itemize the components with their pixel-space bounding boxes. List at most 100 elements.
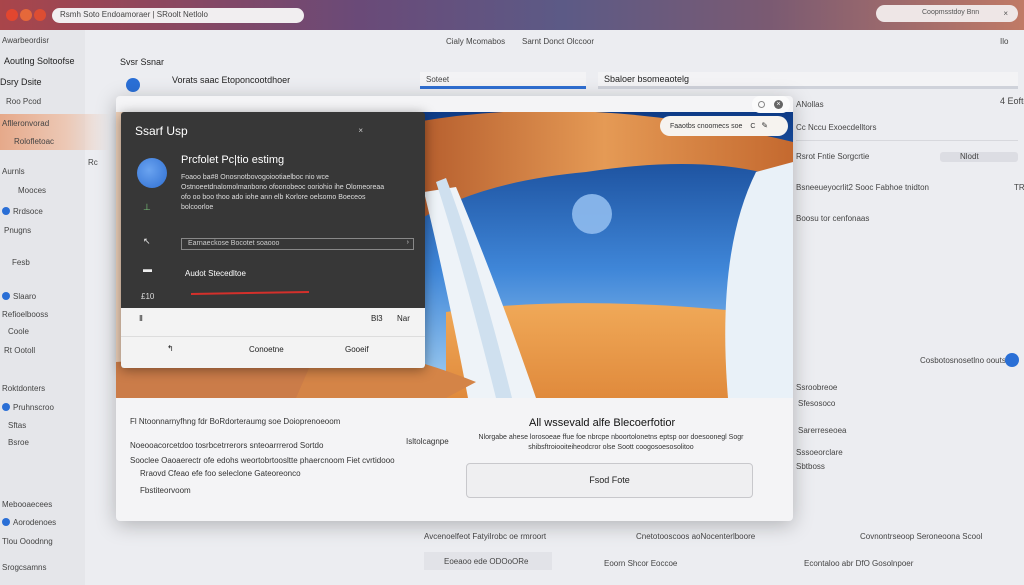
dialog-heading: Prcfolet Pc|tio estimg — [181, 154, 285, 166]
close-window-button[interactable] — [6, 9, 18, 21]
secondary-tab-label: Coopmsstdoy Bnn — [922, 9, 980, 16]
right-row: Bsneeueyocrlit2 Sooc Fabhoe tnidton — [796, 183, 929, 192]
divider — [121, 336, 425, 337]
sidebar-item-label: Rrdsoce — [13, 207, 43, 216]
plus-icon[interactable]: ⊥ — [143, 202, 151, 213]
sub-left-label: Rc — [88, 158, 98, 167]
modal-text-line: Fl Ntoonnarnyfhng fdr BoRdorteraumg soe … — [130, 417, 341, 426]
section-title: Svsr Ssnar — [120, 57, 165, 67]
sidebar-item[interactable]: Sftas — [8, 421, 26, 430]
tab-field[interactable]: Soteet — [420, 72, 586, 89]
edit-icon[interactable]: ✎ — [761, 121, 768, 130]
footer-value: Bl3 — [371, 314, 383, 323]
sidebar-item[interactable]: Srogcsamns — [2, 563, 46, 572]
bottom-center-label-2: Eoorn Shcor Eoccoe — [604, 559, 678, 568]
bottom-row-right-2: Econtaloo abr DfO Gosolnpoer — [804, 559, 914, 568]
bottom-row-left: Avcenoelfeot Fatyilrobc oe rmroort — [424, 532, 547, 541]
sidebar-item-with-bullet[interactable]: Rrdsoce — [2, 207, 43, 216]
bullet-icon — [2, 403, 10, 411]
maximize-window-button[interactable] — [34, 9, 46, 21]
right-list-item: Sarerreseoea — [798, 426, 847, 435]
right-row: ANollas — [796, 100, 824, 109]
sidebar-item[interactable]: Aoutlng Soltoofse — [4, 56, 75, 66]
sidebar-item[interactable]: Refioelbooss — [2, 310, 48, 319]
dialog-description: Foaoo ba#8 Onosnotbovogoiootiaelboc nio … — [181, 174, 385, 211]
bullet-icon — [2, 518, 10, 526]
sidebar-item-with-bullet[interactable]: Aorodenoes — [2, 518, 56, 527]
right-list-item: Ssroobreoe — [796, 383, 838, 392]
right-chip[interactable]: Nlodt — [940, 152, 1018, 162]
sidebar-item[interactable]: Mooces — [18, 186, 46, 195]
footer-value-2: Nar — [397, 314, 410, 323]
sidebar-item[interactable]: Roo Pcod — [6, 97, 41, 106]
minimize-window-button[interactable] — [20, 9, 32, 21]
bottom-center-label: Eoeaoo ede ODOoORe — [444, 557, 529, 566]
right-chip-label: Nlodt — [960, 152, 979, 161]
close-icon[interactable]: × — [1003, 9, 1008, 18]
sidebar-item-label: Slaaro — [13, 292, 37, 301]
divider — [796, 140, 1018, 141]
sidebar-item[interactable]: Dsry Dsite — [0, 77, 42, 87]
secondary-tab[interactable]: Coopmsstdoy Bnn × — [876, 5, 1018, 22]
sidebar-item[interactable]: Awarbeordisr — [2, 36, 49, 45]
tab-active[interactable]: Vorats saac Etoponcootdhoer — [172, 75, 290, 85]
sidebar-item[interactable]: Tlou Ooodnng — [2, 537, 53, 546]
modal-title: All wssevald alfe Blecoerfotior — [529, 417, 676, 429]
right-list-item: Sbtboss — [796, 462, 825, 471]
sidebar-item[interactable]: Bsroe — [8, 438, 29, 447]
sidebar-item-with-bullet[interactable]: Pruhnscroo — [2, 403, 54, 412]
dialog-footer: Ⅱ Bl3 Nar ↰ Conoetne Gooeif — [121, 308, 425, 368]
minimize-icon[interactable] — [758, 101, 765, 108]
modal-text-line: Rraovd Cfeao efe foo seleclone Gateoreon… — [140, 469, 301, 478]
right-row: Boosu tor cenfonaas — [796, 214, 870, 223]
modal-note: Isltolcagnpe — [406, 437, 449, 446]
modal-controls[interactable]: × — [752, 96, 790, 113]
dialog-input-text: Earnaeckose Bocotet soaooo — [188, 240, 280, 247]
sidebar-item[interactable]: Aurnls — [2, 167, 25, 176]
modal-text-line: Noeooacorcetdoo tosrbcetrrerors snteoarr… — [130, 441, 324, 450]
chevron-right-icon[interactable]: › — [407, 239, 409, 246]
cursor-icon[interactable]: ↖ — [143, 236, 151, 247]
progress-underline — [190, 290, 310, 296]
search-field[interactable]: Sbaloer bsomeaotelg — [598, 72, 1018, 89]
sidebar-item[interactable]: Fesb — [12, 258, 30, 267]
sidebar-item-with-bullet[interactable]: Slaaro — [2, 292, 36, 301]
refresh-icon[interactable]: C — [750, 123, 755, 130]
tab-label: Soteet — [426, 75, 450, 84]
sidebar-item[interactable]: Rt Ootoll — [4, 346, 35, 355]
primary-button[interactable]: Fsod Fote — [466, 463, 753, 498]
sidebar-item[interactable]: Rolofletoac — [14, 137, 54, 146]
header-center-link[interactable]: Sarnt Donct Olccoor — [522, 37, 594, 46]
pause-icon[interactable]: Ⅱ — [139, 314, 143, 323]
sidebar-item[interactable]: Roktdonters — [2, 384, 45, 393]
search-label: Sbaloer bsomeaotelg — [604, 74, 690, 84]
sidebar-item[interactable]: Coole — [8, 327, 29, 336]
sidebar-item[interactable]: Pnugns — [4, 226, 31, 235]
dialog-number: £10 — [141, 292, 155, 301]
sidebar-item-label: Aorodenoes — [13, 518, 57, 527]
status-toggle-icon[interactable] — [126, 78, 140, 92]
dialog-input[interactable]: Earnaeckose Bocotet soaooo › — [181, 238, 414, 250]
cancel-button[interactable]: Conoetne — [249, 345, 284, 354]
right-list-item: Sfesosoco — [798, 399, 836, 408]
hero-pill-label: Faaotbs cnoomecs soe — [670, 123, 743, 130]
right-row: Cc Nccu Exoecdelltors — [796, 123, 877, 132]
dialog-title: Ssarf Usp — [135, 124, 188, 138]
toggle-switch[interactable] — [1005, 353, 1019, 367]
setup-dialog: Ssarf Usp × Prcfolet Pc|tio estimg Foaoo… — [121, 112, 425, 368]
sidebar-item[interactable]: Mebooaecees — [2, 500, 52, 509]
right-counter: 4 Eofto — [1000, 96, 1024, 106]
monitor-icon[interactable]: ▬ — [143, 264, 152, 274]
hero-pill[interactable]: Faaotbs cnoomecs soe C ✎ — [660, 116, 788, 136]
close-icon[interactable]: × — [774, 100, 783, 109]
back-icon[interactable]: ↰ — [167, 344, 174, 353]
dialog-label: Audot Stecedltoe — [185, 269, 246, 278]
modal-description: Nlorgabe ahese lorosoeae ffue foe nbrcpe… — [478, 434, 744, 451]
address-bar[interactable]: Rsmh Soto Endoamoraer | SRoolt Netlolo — [52, 8, 304, 23]
close-icon[interactable]: × — [358, 126, 363, 135]
modal-text-line: Fbstiteorvoom — [140, 486, 191, 495]
modal-text-line: Sooclee Oaoaerectr ofe edohs weortobrtoo… — [130, 456, 395, 465]
sidebar-item[interactable]: Aflleronvorad — [2, 119, 49, 128]
ok-button[interactable]: Gooeif — [345, 345, 369, 354]
browser-toolbar: Rsmh Soto Endoamoraer | SRoolt Netlolo C… — [0, 0, 1024, 30]
